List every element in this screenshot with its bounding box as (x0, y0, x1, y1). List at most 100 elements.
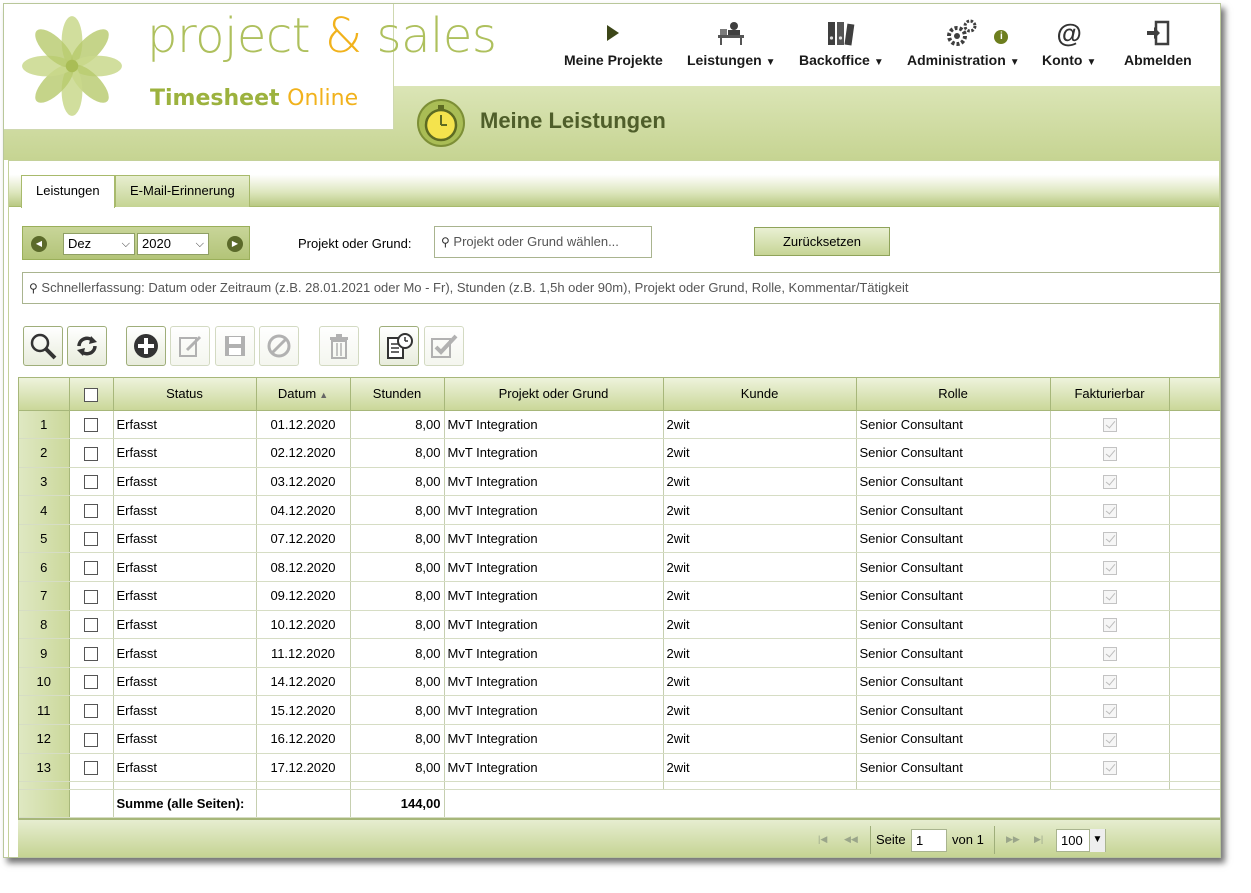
nav-abmelden[interactable]: Abmelden (1124, 18, 1192, 68)
checkmark-icon (1102, 732, 1117, 747)
table-row[interactable]: 6 Erfasst 08.12.2020 8,00 MvT Integration 2wi… (19, 552, 1220, 583)
edit-button[interactable] (170, 326, 210, 366)
checkbox[interactable] (84, 675, 98, 690)
checkbox[interactable] (84, 646, 98, 661)
nav-konto[interactable]: @ Konto ▼ (1042, 18, 1096, 69)
hours-cell: 8,00 (350, 695, 445, 726)
checkbox[interactable] (84, 732, 98, 747)
spacer-cell (1169, 552, 1220, 583)
last-page-icon[interactable]: ▶| (1034, 834, 1043, 845)
select-all-header[interactable] (69, 378, 114, 411)
row-select-checkbox[interactable] (69, 495, 114, 525)
search-button[interactable] (23, 326, 63, 366)
spacer-cell (1169, 410, 1220, 440)
checkbox[interactable] (84, 446, 98, 461)
status-cell: Erfasst (113, 724, 257, 754)
add-button[interactable] (126, 326, 166, 366)
row-select-checkbox[interactable] (69, 467, 114, 497)
checkbox[interactable] (84, 475, 98, 490)
month-select[interactable]: Dez ⌵ (63, 233, 135, 255)
quick-entry-input[interactable]: ⚲ Schnellerfassung: Datum oder Zeitraum … (22, 272, 1220, 304)
checkbox[interactable] (84, 561, 98, 576)
row-select-checkbox[interactable] (69, 524, 114, 554)
checkbox[interactable] (84, 618, 98, 633)
cancel-button[interactable] (259, 326, 299, 366)
column-header-fakturierbar[interactable]: Fakturierbar (1050, 378, 1170, 411)
table-row[interactable]: 7 Erfasst 09.12.2020 8,00 MvT Integration 2wi… (19, 581, 1220, 611)
table-row[interactable]: 2 Erfasst 02.12.2020 8,00 MvT Integration 2wi… (19, 438, 1220, 468)
checkbox[interactable] (84, 503, 98, 518)
row-number: 7 (19, 581, 70, 611)
column-header-stunden[interactable]: Stunden (350, 378, 445, 411)
table-row[interactable]: 9 Erfasst 11.12.2020 8,00 MvT Integration 2wi… (19, 638, 1220, 668)
year-select[interactable]: 2020 ⌵ (137, 233, 209, 255)
role-cell: Senior Consultant (856, 467, 1051, 497)
table-row[interactable]: 10 Erfasst 14.12.2020 8,00 MvT Integration 2w… (19, 667, 1220, 697)
spacer-cell (1169, 667, 1220, 697)
checkbox[interactable] (84, 704, 98, 719)
table-row[interactable]: 11 Erfasst 15.12.2020 8,00 MvT Integration 2w… (19, 695, 1220, 726)
table-row[interactable]: 1 Erfasst 01.12.2020 8,00 MvT Integration 2wi… (19, 410, 1220, 440)
row-select-checkbox[interactable] (69, 724, 114, 754)
tab-email-erinnerung[interactable]: E-Mail-Erinnerung (115, 175, 250, 207)
column-header-status[interactable]: Status (113, 378, 257, 411)
refresh-button[interactable] (67, 326, 107, 366)
table-row[interactable]: 12 Erfasst 16.12.2020 8,00 MvT Integration 2w… (19, 724, 1220, 754)
date-cell: 11.12.2020 (256, 638, 351, 668)
page-input[interactable]: 1 (911, 829, 947, 852)
previous-month-icon[interactable]: ◀ (31, 236, 47, 252)
column-header-projekt[interactable]: Projekt oder Grund (444, 378, 664, 411)
checkbox[interactable] (84, 589, 98, 604)
hours-cell: 8,00 (350, 552, 445, 583)
save-button[interactable] (215, 326, 255, 366)
column-header-rolle[interactable]: Rolle (856, 378, 1051, 411)
table-row[interactable]: 5 Erfasst 07.12.2020 8,00 MvT Integration 2wi… (19, 524, 1220, 554)
table-row[interactable]: 13 Erfasst 17.12.2020 8,00 MvT Integration 2w… (19, 753, 1220, 783)
next-page-icon[interactable]: ▶▶ (1006, 834, 1020, 845)
row-select-checkbox[interactable] (69, 410, 114, 440)
tab-leistungen[interactable]: Leistungen (21, 175, 115, 208)
checkbox[interactable] (84, 418, 98, 433)
nav-meine-projekte[interactable]: Meine Projekte (564, 18, 663, 68)
row-select-checkbox[interactable] (69, 638, 114, 668)
page-size-select[interactable]: 100 ▼ (1056, 829, 1106, 852)
status-cell: Erfasst (113, 524, 257, 554)
date-cell: 09.12.2020 (256, 581, 351, 611)
row-number: 12 (19, 724, 70, 754)
select-all-checkbox[interactable] (84, 387, 98, 402)
column-header-datum[interactable]: Datum ▲ (256, 378, 351, 411)
checkmark-icon (1102, 446, 1117, 461)
row-select-checkbox[interactable] (69, 552, 114, 583)
checkbox[interactable] (84, 761, 98, 776)
project-filter-input[interactable]: ⚲ Projekt oder Grund wählen... (434, 226, 652, 258)
first-page-icon[interactable]: |◀ (818, 834, 827, 845)
column-header-kunde[interactable]: Kunde (663, 378, 857, 411)
table-row[interactable]: 3 Erfasst 03.12.2020 8,00 MvT Integration 2wi… (19, 467, 1220, 497)
role-cell: Senior Consultant (856, 552, 1051, 583)
approve-button[interactable] (424, 326, 464, 366)
row-select-checkbox[interactable] (69, 695, 114, 726)
billable-checkbox (1050, 438, 1170, 468)
spacer-cell (1169, 495, 1220, 525)
date-cell: 16.12.2020 (256, 724, 351, 754)
chevron-down-icon: ▼ (1089, 829, 1105, 852)
logo[interactable]: project & sales Timesheet Online (4, 4, 497, 130)
next-month-icon[interactable]: ▶ (227, 236, 243, 252)
row-select-checkbox[interactable] (69, 667, 114, 697)
row-select-checkbox[interactable] (69, 610, 114, 640)
spacer-cell (1169, 695, 1220, 726)
nav-administration[interactable]: i Administration ▼ (907, 18, 1020, 68)
delete-button[interactable] (319, 326, 359, 366)
nav-backoffice[interactable]: Backoffice ▼ (799, 18, 884, 68)
nav-leistungen[interactable]: Leistungen ▼ (687, 18, 776, 68)
row-select-checkbox[interactable] (69, 581, 114, 611)
reset-button[interactable]: Zurücksetzen (754, 227, 890, 256)
project-cell: MvT Integration (444, 638, 664, 668)
checkbox[interactable] (84, 532, 98, 547)
prev-page-icon[interactable]: ◀◀ (844, 834, 858, 845)
row-select-checkbox[interactable] (69, 438, 114, 468)
table-row[interactable]: 4 Erfasst 04.12.2020 8,00 MvT Integration 2wi… (19, 495, 1220, 525)
row-select-checkbox[interactable] (69, 753, 114, 783)
timesheet-report-button[interactable] (379, 326, 419, 366)
table-row[interactable]: 8 Erfasst 10.12.2020 8,00 MvT Integration 2wi… (19, 610, 1220, 640)
